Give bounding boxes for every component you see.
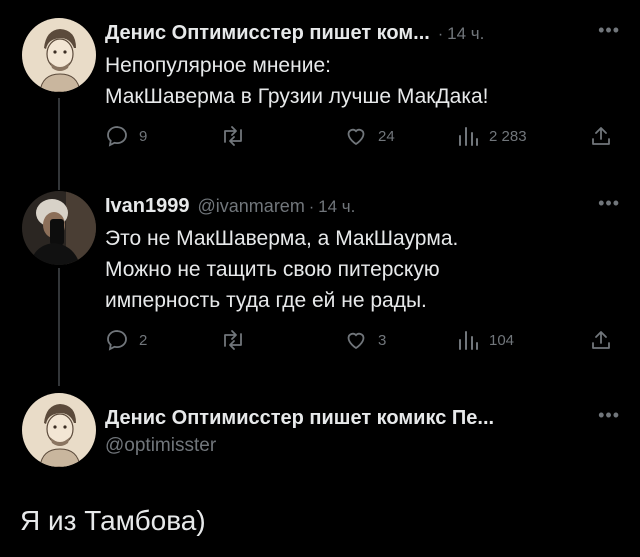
avatar[interactable] [22, 191, 96, 265]
retweet-icon [224, 330, 242, 350]
retweet-button[interactable] [220, 124, 256, 148]
avatar[interactable] [22, 393, 96, 467]
views-count: 104 [489, 331, 515, 349]
like-button[interactable]: 24 [344, 124, 395, 148]
reply-icon [107, 126, 127, 147]
author-name[interactable]: Ivan1999 [105, 193, 190, 219]
more-icon[interactable]: ••• [598, 20, 620, 40]
more-icon[interactable]: ••• [598, 405, 620, 425]
tweet-text: Непопулярное мнение: МакШаверма в Грузии… [105, 54, 489, 108]
timestamp[interactable]: 14 ч. [447, 21, 484, 47]
separator: · [437, 26, 444, 43]
more-icon[interactable]: ••• [598, 193, 620, 213]
reply-button[interactable]: 9 [105, 124, 147, 148]
author-name[interactable]: Денис Оптимисстер пишет комикс Пе... [105, 405, 494, 431]
heart-icon [347, 332, 365, 350]
separator: · [308, 199, 315, 216]
like-button[interactable]: 3 [344, 328, 386, 352]
tweet-actions: 9 24 2 283 [105, 124, 620, 152]
share-button[interactable] [589, 328, 613, 352]
reply-icon [107, 330, 127, 351]
like-count: 3 [378, 331, 387, 349]
views-icon [459, 331, 478, 350]
thread-line [58, 98, 60, 190]
tweet[interactable]: Ivan1999 @ivanmarem · 14 ч. ••• Это не М… [105, 193, 620, 356]
avatar[interactable] [22, 18, 96, 92]
heart-icon [347, 128, 365, 146]
share-icon [592, 127, 610, 145]
retweet-icon [224, 126, 242, 146]
views-icon [459, 127, 478, 146]
tweet[interactable]: Денис Оптимисстер пишет ком... · 14 ч. •… [105, 20, 620, 152]
like-count: 24 [378, 127, 395, 145]
author-handle[interactable]: @ivanmarem [198, 193, 305, 219]
share-icon [592, 331, 610, 349]
timestamp[interactable]: 14 ч. [318, 194, 355, 220]
reply-count: 2 [139, 331, 148, 349]
tweet-actions: 2 3 104 [105, 328, 620, 356]
reply-count: 9 [139, 127, 148, 145]
thread-line [58, 268, 60, 386]
views-count: 2 283 [489, 127, 527, 145]
retweet-button[interactable] [220, 328, 256, 352]
tweet-text: Я из Тамбова) [20, 505, 206, 536]
reply-button[interactable]: 2 [105, 328, 147, 352]
tweet-text: Это не МакШаверма, а МакШаурма. Можно не… [105, 227, 459, 312]
views-button[interactable]: 104 [457, 328, 514, 352]
views-button[interactable]: 2 283 [457, 124, 527, 148]
author-handle[interactable]: @optimisster [105, 433, 620, 459]
author-name[interactable]: Денис Оптимисстер пишет ком... [105, 20, 430, 46]
share-button[interactable] [589, 124, 613, 148]
tweet[interactable]: Денис Оптимисстер пишет комикс Пе... •••… [105, 405, 620, 459]
